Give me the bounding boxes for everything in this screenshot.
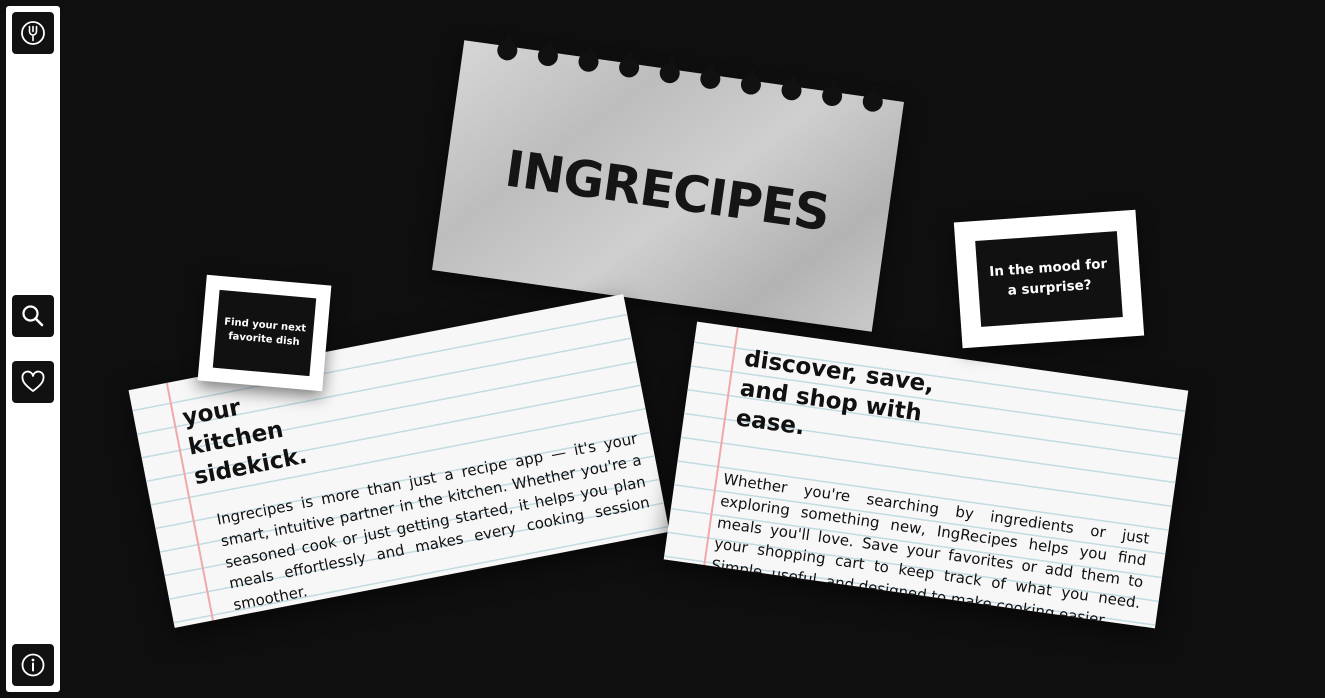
binder-ring — [575, 45, 600, 86]
binder-ring — [778, 74, 803, 115]
card-body-text: Whether you're searching by ingredients … — [710, 469, 1151, 629]
info-button[interactable] — [12, 644, 54, 686]
binder-ring — [859, 85, 885, 126]
fork-logo-icon — [21, 21, 45, 45]
home-logo-button[interactable] — [12, 12, 54, 54]
binder-ring — [656, 57, 682, 98]
binder-ring — [738, 68, 763, 109]
info-icon — [21, 653, 45, 677]
favorites-button[interactable] — [12, 361, 54, 403]
search-button[interactable] — [12, 295, 54, 337]
binder-ring — [535, 39, 560, 81]
find-dish-button[interactable]: Find your next favorite dish — [197, 274, 332, 392]
binder-ring — [494, 34, 519, 75]
heart-icon — [21, 370, 45, 392]
binder-ring — [819, 79, 844, 121]
surprise-button[interactable]: In the mood for a surprise? — [953, 209, 1145, 349]
find-dish-label: Find your next favorite dish — [212, 289, 317, 377]
card-heading: discover, save, and shop with ease. — [734, 345, 964, 464]
binder-ring — [616, 51, 641, 92]
sidebar — [6, 6, 60, 692]
binder-ring — [697, 62, 722, 104]
app-title: INGRECIPES — [501, 139, 833, 243]
search-icon — [22, 305, 44, 327]
surprise-label: In the mood for a surprise? — [975, 231, 1123, 327]
discover-card: discover, save, and shop with ease. Whet… — [663, 321, 1189, 629]
title-notepad: INGRECIPES — [432, 34, 904, 332]
